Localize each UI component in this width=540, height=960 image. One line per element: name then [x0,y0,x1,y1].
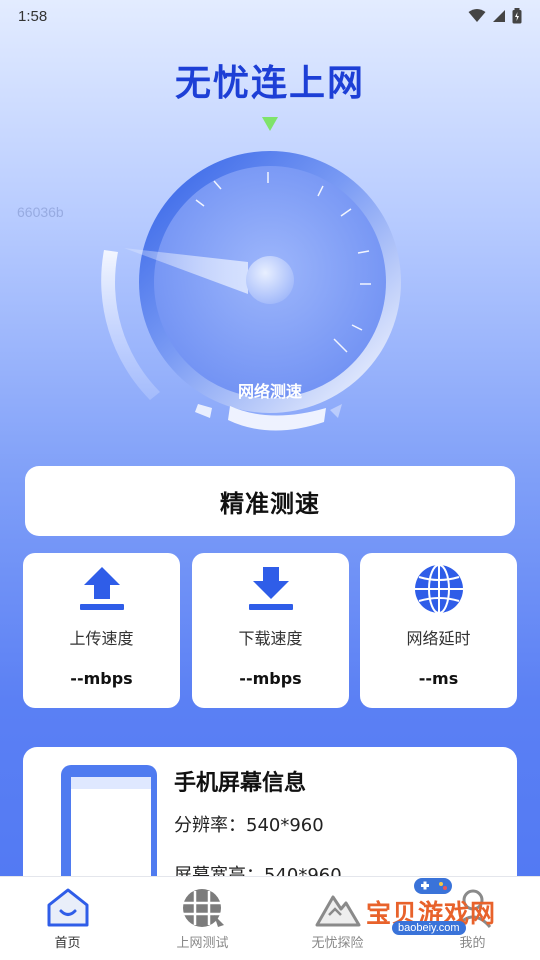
bottom-nav: 首页 上网测试 无忧探险 我的 [0,876,540,960]
status-icons [468,8,522,24]
nav-label-home: 首页 [54,936,81,951]
nav-item-network-test[interactable]: 上网测试 [135,877,270,960]
download-speed-card[interactable]: 下载速度 --mbps [192,553,349,708]
nav-item-mine[interactable]: 我的 [405,877,540,960]
battery-icon [512,8,522,24]
precise-speed-test-button[interactable]: 精准测速 [25,466,515,536]
nav-label-network-test: 上网测试 [176,936,229,951]
gauge-pointer-icon [262,117,278,131]
download-speed-value: --mbps [239,669,302,688]
network-latency-value: --ms [418,669,459,688]
home-icon [47,888,88,927]
globe-icon [414,564,463,614]
wifi-icon [468,9,486,22]
nav-item-home[interactable]: 首页 [0,877,135,960]
precise-speed-test-label: 精准测速 [220,489,320,518]
network-latency-card[interactable]: 网络延时 --ms [360,553,517,708]
upload-speed-value: --mbps [70,669,133,688]
upload-speed-card[interactable]: 上传速度 --mbps [23,553,180,708]
user-icon [454,889,491,929]
signal-icon [493,10,505,22]
status-bar: 1:58 [0,0,540,32]
gauge-label: 网络测速 [237,382,302,401]
nav-label-adventure: 无忧探险 [311,936,364,951]
mountain-icon [315,895,360,927]
upload-speed-label: 上传速度 [69,629,134,648]
screen-info-title: 手机屏幕信息 [174,771,307,796]
download-icon [248,567,293,610]
app-title: 无忧连上网 [174,63,365,104]
screen-resolution: 分辨率：540*960 [174,815,324,836]
download-speed-label: 下载速度 [238,629,303,648]
nav-label-mine: 我的 [459,936,486,951]
nav-item-adventure[interactable]: 无忧探险 [270,877,405,960]
status-time: 1:58 [18,7,48,25]
gauge-hub [246,256,294,304]
network-test-icon [182,889,224,927]
network-latency-label: 网络延时 [406,629,471,648]
upload-icon [79,567,124,610]
